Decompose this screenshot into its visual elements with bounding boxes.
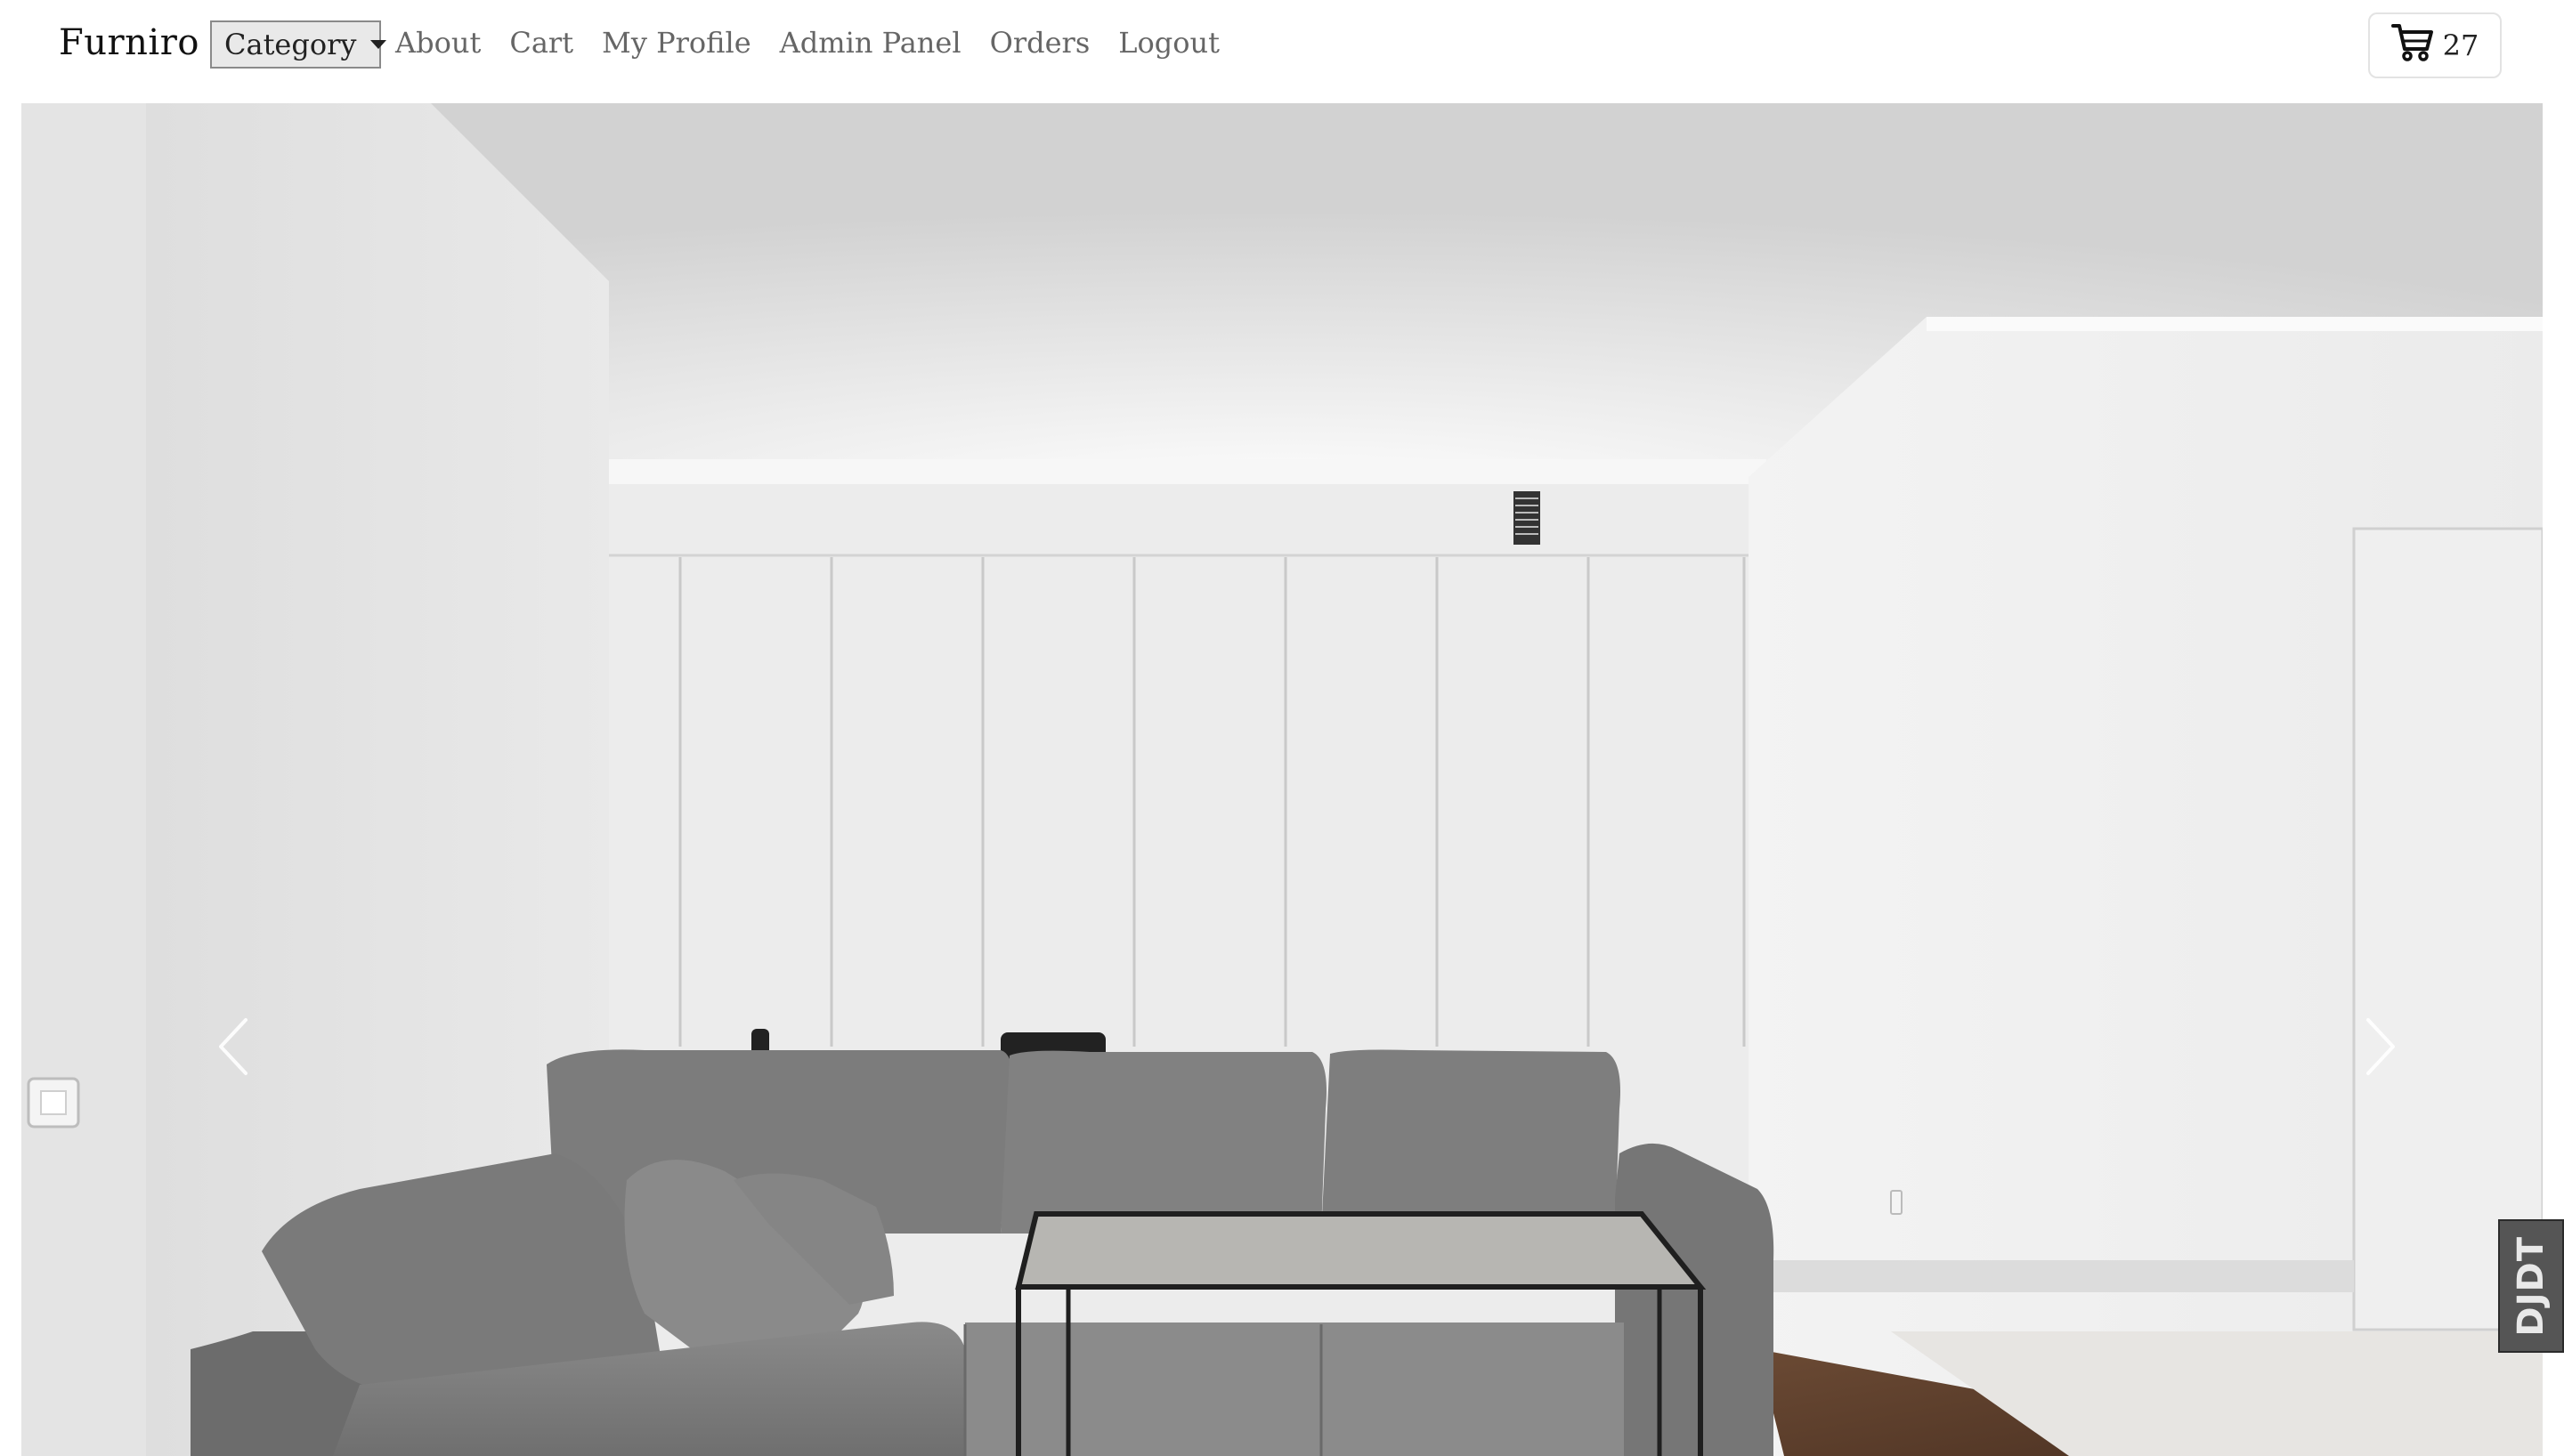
chevron-down-icon	[370, 40, 387, 49]
nav-link-admin-panel[interactable]: Admin Panel	[780, 26, 961, 60]
nav-link-cart[interactable]: Cart	[509, 26, 573, 60]
nav-links: About Cart My Profile Admin Panel Orders…	[395, 16, 1248, 69]
category-label: Category	[224, 28, 357, 61]
living-room-slide-image	[21, 103, 2543, 1456]
brand-logo[interactable]: Furniro	[59, 16, 199, 69]
nav-link-about[interactable]: About	[395, 26, 481, 60]
cart-count: 27	[2442, 28, 2479, 62]
navbar: Furniro Category About Cart My Profile A…	[0, 0, 2564, 103]
hero-carousel	[21, 103, 2543, 1456]
cart-button[interactable]: 27	[2368, 12, 2502, 78]
debug-toolbar-label: DJDT	[2511, 1235, 2552, 1337]
debug-toolbar-handle[interactable]: DJDT	[2498, 1219, 2564, 1353]
carousel-next-button[interactable]	[2352, 1011, 2406, 1082]
nav-link-my-profile[interactable]: My Profile	[602, 26, 751, 60]
nav-link-logout[interactable]: Logout	[1118, 26, 1220, 60]
chevron-right-icon	[2366, 1018, 2395, 1075]
nav-link-orders[interactable]: Orders	[990, 26, 1091, 60]
category-dropdown[interactable]: Category	[210, 20, 387, 69]
carousel-prev-button[interactable]	[208, 1011, 262, 1082]
chevron-left-icon	[219, 1018, 247, 1075]
cart-icon	[2390, 22, 2434, 69]
